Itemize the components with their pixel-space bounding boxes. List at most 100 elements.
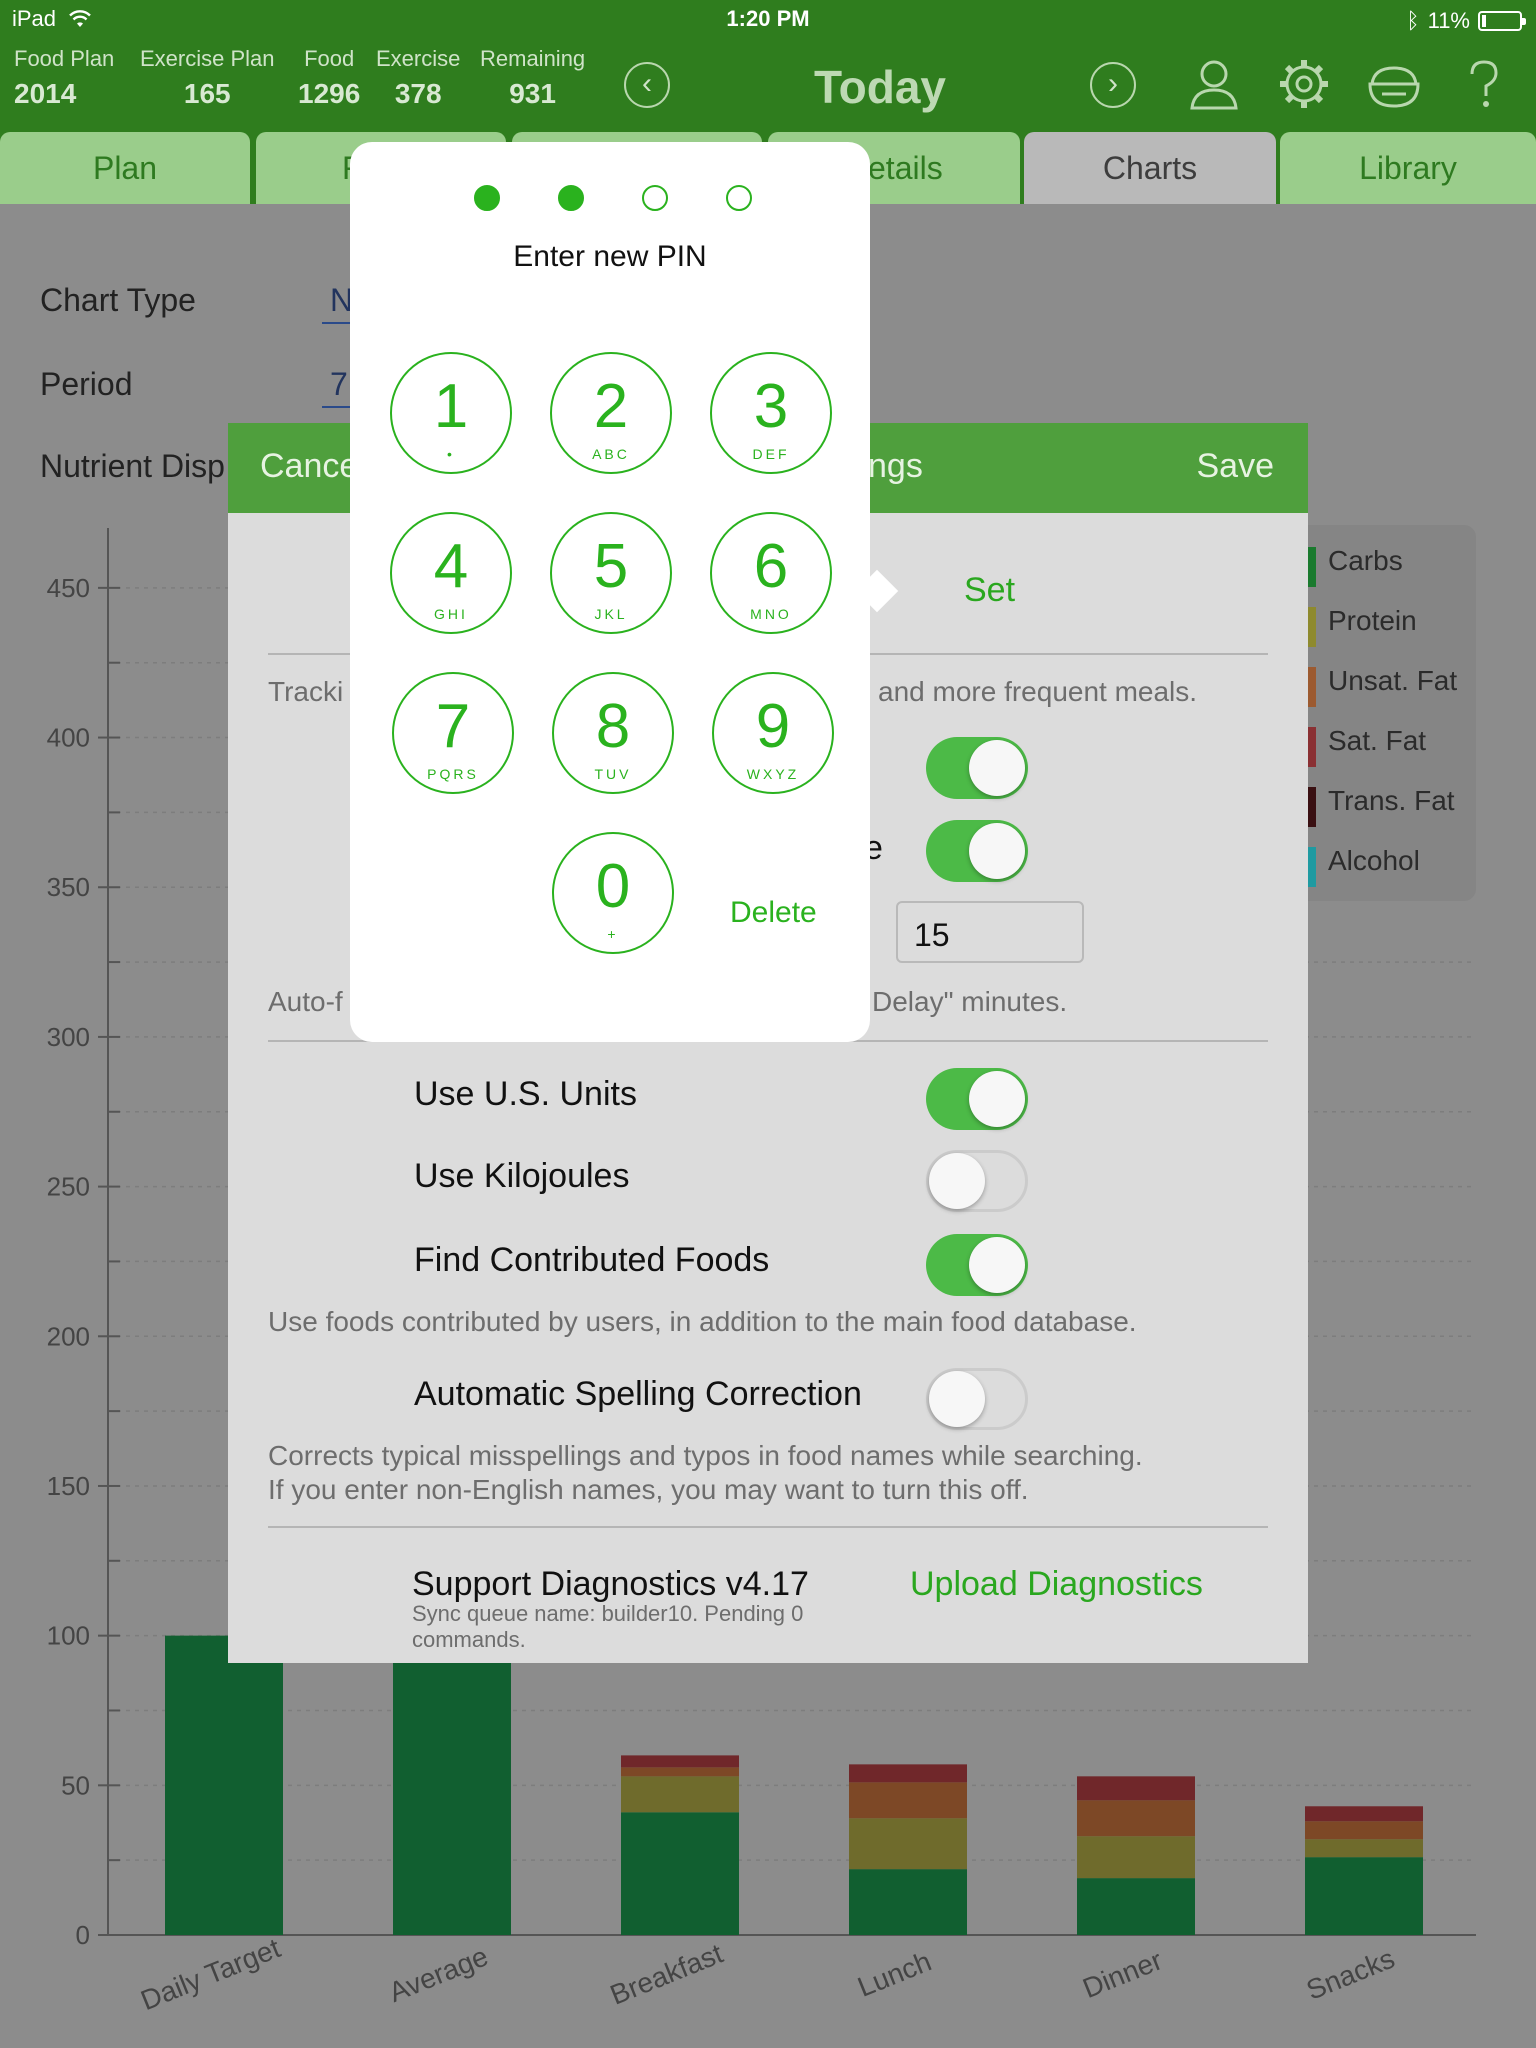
stat-label: Food: [304, 46, 355, 71]
find-contributed-foods-toggle[interactable]: [926, 1234, 1028, 1296]
bar-segment-carbs: [165, 1635, 283, 1935]
key-digit: 8: [595, 692, 631, 761]
cancel-button[interactable]: Cance: [260, 447, 358, 486]
find-contributed-foods-note: Use foods contributed by users, in addit…: [268, 1306, 1137, 1337]
pin-key-9[interactable]: 9 WXYZ: [712, 672, 834, 794]
stat-food[interactable]: Food 1296: [298, 46, 360, 110]
next-day-button[interactable]: ›: [1090, 62, 1136, 108]
upload-diagnostics-link[interactable]: Upload Diagnostics: [910, 1565, 1203, 1604]
pin-key-2[interactable]: 2 ABC: [550, 352, 672, 474]
pin-key-3[interactable]: 3 DEF: [710, 352, 832, 474]
y-tick-label: 350: [47, 872, 90, 902]
toggle-knob: [969, 1071, 1025, 1127]
period-value[interactable]: 7: [330, 366, 348, 403]
pin-dot-filled: [474, 185, 500, 211]
stat-value: 378: [394, 78, 442, 109]
tracking-note-end: and more frequent meals.: [878, 676, 1198, 707]
x-tick-label: Snacks: [1302, 1943, 1399, 2006]
auto-spelling-note-1: Corrects typical misspellings and typos …: [268, 1440, 1143, 1471]
person-icon[interactable]: [1184, 54, 1244, 114]
y-tick-label: 150: [47, 1471, 90, 1501]
auto-spelling-note-2: If you enter non-English names, you may …: [268, 1474, 1029, 1505]
help-icon[interactable]: [1454, 54, 1514, 114]
bar-segment-carbs: [849, 1869, 967, 1935]
auto-note-end: Delay" minutes.: [872, 986, 1068, 1017]
save-button[interactable]: Save: [1197, 447, 1275, 486]
top-bar: iPad 1:20 PM ᛒ 11% Food Plan 2014 Exerci…: [0, 0, 1536, 132]
tab-charts[interactable]: Charts: [1024, 132, 1276, 204]
pin-key-8[interactable]: 8 TUV: [552, 672, 674, 794]
stat-label: Food Plan: [14, 46, 115, 71]
key-digit: 2: [593, 372, 629, 441]
toggle-knob: [969, 1237, 1025, 1293]
tracking-toggle[interactable]: [926, 737, 1028, 799]
stat-exercise-plan[interactable]: Exercise Plan 165: [140, 46, 275, 110]
x-tick-label: Dinner: [1078, 1944, 1166, 2004]
toggle-knob: [929, 1153, 985, 1209]
x-tick-label: Lunch: [853, 1946, 935, 2003]
tab-library[interactable]: Library: [1280, 132, 1536, 204]
toggle-knob: [969, 823, 1025, 879]
stat-label: Remaining: [480, 46, 586, 71]
key-letters: •: [447, 446, 455, 462]
battery-icon: [1478, 11, 1526, 31]
stat-exercise[interactable]: Exercise 378: [376, 46, 460, 110]
y-tick-label: 100: [47, 1621, 90, 1651]
key-letters: PQRS: [427, 766, 479, 782]
y-tick-label: 250: [47, 1172, 90, 1202]
status-right: ᛒ 11%: [1406, 6, 1526, 36]
pin-key-7[interactable]: 7 PQRS: [392, 672, 514, 794]
set-pin-link[interactable]: Set: [964, 571, 1015, 610]
tab-plan[interactable]: Plan: [0, 132, 250, 204]
legend-item-protein: Protein: [1328, 605, 1417, 636]
bar-segment-carbs: [393, 1635, 511, 1935]
key-letters: JKL: [594, 606, 628, 622]
pin-dot-empty: [726, 185, 752, 211]
stat-label: Exercise Plan: [140, 46, 275, 71]
key-letters: MNO: [750, 606, 792, 622]
prev-day-button[interactable]: ‹: [624, 62, 670, 108]
toggle-knob: [929, 1371, 985, 1427]
legend-item-sat-fat: Sat. Fat: [1328, 725, 1427, 756]
page-title[interactable]: Today: [700, 60, 1060, 114]
key-letters: +: [607, 926, 619, 942]
use-us-units-toggle[interactable]: [926, 1068, 1028, 1130]
bar-segment-unsat-fat: [1305, 1821, 1423, 1840]
sync-queue-note-1: Sync queue name: builder10. Pending 0: [412, 1601, 804, 1626]
support-diagnostics-label: Support Diagnostics v4.17: [412, 1565, 809, 1603]
legend-item-unsat-fat: Unsat. Fat: [1328, 665, 1458, 696]
key-digit: 7: [435, 692, 471, 761]
period-label: Period: [40, 366, 133, 402]
legend-item-carbs: Carbs: [1328, 545, 1403, 576]
pin-key-0[interactable]: 0 +: [552, 832, 674, 954]
chart-legend: Carbs Protein Unsat. Fat Sat. Fat Trans.…: [1290, 525, 1476, 901]
y-tick-label: 450: [47, 573, 90, 603]
delay-minutes-input[interactable]: 15: [896, 901, 1084, 963]
nutrient-display-label: Nutrient Disp: [40, 448, 225, 484]
stat-value: 931: [509, 78, 556, 109]
pin-dot-filled: [558, 185, 584, 211]
key-digit: 9: [755, 692, 791, 761]
y-tick-label: 0: [76, 1920, 90, 1950]
auto-toggle[interactable]: [926, 820, 1028, 882]
bluetooth-icon: ᛒ: [1406, 8, 1420, 33]
gear-icon[interactable]: [1274, 54, 1334, 114]
use-us-units-label: Use U.S. Units: [414, 1075, 637, 1113]
pin-key-1[interactable]: 1 •: [390, 352, 512, 474]
pin-key-6[interactable]: 6 MNO: [710, 512, 832, 634]
stat-remaining[interactable]: Remaining 931: [480, 46, 585, 110]
bar-segment-carbs: [1305, 1857, 1423, 1935]
chart-type-underline: [322, 322, 352, 324]
key-digit: 5: [593, 532, 629, 601]
y-tick-label: 400: [47, 723, 90, 753]
stat-food-plan[interactable]: Food Plan 2014: [14, 46, 114, 110]
food-bowl-icon[interactable]: [1364, 54, 1424, 114]
pin-key-5[interactable]: 5 JKL: [550, 512, 672, 634]
pin-key-4[interactable]: 4 GHI: [390, 512, 512, 634]
pin-title: Enter new PIN: [513, 240, 707, 273]
auto-spelling-toggle[interactable]: [926, 1368, 1028, 1430]
legend-swatch-sat-fat: [1308, 727, 1316, 767]
x-tick-label: Average: [385, 1940, 493, 2008]
pin-delete-button[interactable]: Delete: [730, 896, 817, 930]
use-kilojoules-toggle[interactable]: [926, 1150, 1028, 1212]
